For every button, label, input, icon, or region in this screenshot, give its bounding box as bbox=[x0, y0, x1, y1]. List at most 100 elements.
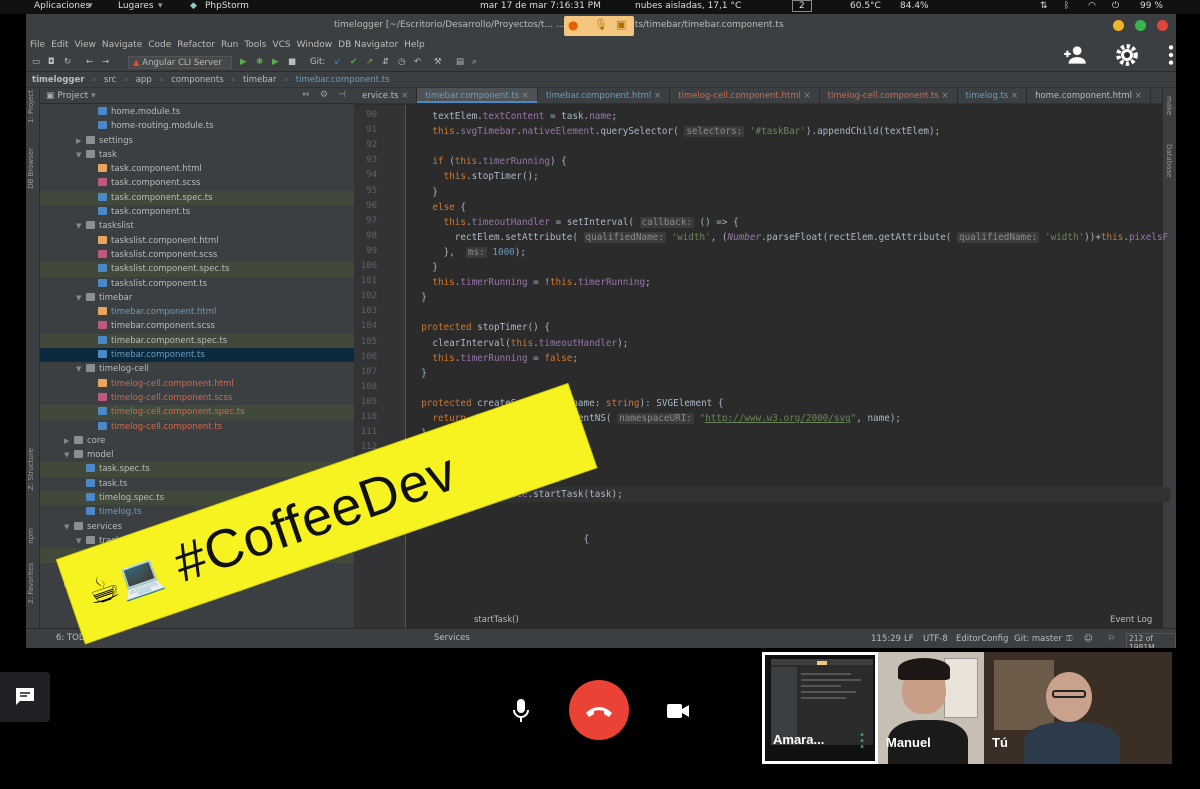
tree-item[interactable]: ▶ core bbox=[40, 434, 354, 448]
code-line[interactable]: this.svgTimebar.nativeElement.querySelec… bbox=[410, 124, 940, 139]
tree-item[interactable]: taskslist.component.scss bbox=[40, 248, 354, 262]
close-tab-icon[interactable]: × bbox=[398, 91, 408, 101]
code-line[interactable]: }, ms: 1000); bbox=[410, 245, 526, 260]
structure-tool-tab[interactable]: Z: Structure bbox=[27, 448, 35, 490]
expanded-arrow-icon[interactable]: ▼ bbox=[64, 448, 74, 462]
code-line[interactable]: } bbox=[410, 290, 427, 305]
lock-icon[interactable]: ⚿ bbox=[1066, 634, 1072, 644]
editor-tab[interactable]: home.component.html × bbox=[1027, 88, 1151, 103]
project-structure-icon[interactable]: ▤ bbox=[456, 57, 464, 67]
tree-item[interactable]: timebar.component.ts bbox=[40, 348, 354, 363]
power-icon[interactable]: ⏻ bbox=[1112, 1, 1119, 11]
tree-item[interactable]: timebar.component.html bbox=[40, 305, 354, 319]
more-options-icon[interactable] bbox=[1166, 42, 1176, 68]
clock[interactable]: mar 17 de mar 7:16:31 PM bbox=[480, 1, 601, 11]
firefox-icon[interactable]: ● bbox=[568, 18, 578, 32]
editor-tab[interactable]: timelog.ts × bbox=[958, 88, 1028, 103]
coverage-icon[interactable]: ▶ bbox=[272, 57, 279, 67]
close-tab-icon[interactable]: × bbox=[519, 91, 529, 101]
microphone-share-icon[interactable]: 🎙 bbox=[594, 18, 608, 31]
close-tab-icon[interactable]: × bbox=[1008, 91, 1018, 101]
code-line[interactable]: this.stopTimer(); bbox=[410, 169, 539, 184]
git-push-icon[interactable]: ↗ bbox=[366, 57, 373, 67]
git-compare-icon[interactable]: ⇵ bbox=[382, 57, 389, 67]
menu-item[interactable]: View bbox=[75, 40, 96, 50]
code-line[interactable]: rectElem.setAttribute( qualifiedName: 'w… bbox=[410, 230, 1168, 245]
code-line[interactable]: else { bbox=[410, 200, 466, 215]
back-icon[interactable]: ← bbox=[86, 57, 93, 67]
expanded-arrow-icon[interactable]: ▼ bbox=[64, 520, 74, 534]
git-commit-icon[interactable]: ✔ bbox=[350, 57, 357, 67]
add-person-icon[interactable] bbox=[1062, 42, 1088, 68]
close-tab-icon[interactable]: × bbox=[651, 91, 661, 101]
participant-tile[interactable]: Tú bbox=[984, 652, 1172, 764]
tree-item[interactable]: taskslist.component.spec.ts bbox=[40, 262, 354, 277]
collapsed-arrow-icon[interactable]: ▶ bbox=[76, 134, 86, 148]
tree-item[interactable]: timelog-cell.component.html bbox=[40, 377, 354, 391]
tree-item[interactable]: task.component.spec.ts bbox=[40, 190, 354, 206]
screen-share-controls[interactable]: ● 🎙 ▣ bbox=[564, 16, 634, 36]
tree-item[interactable]: ▼ task bbox=[40, 148, 354, 162]
forward-icon[interactable]: → bbox=[102, 57, 109, 67]
wifi-icon[interactable]: ◠ bbox=[1088, 1, 1096, 11]
editor-tab[interactable]: ervice.ts × bbox=[354, 88, 418, 103]
tree-item[interactable]: taskslist.component.html bbox=[40, 234, 354, 248]
settings-wrench-icon[interactable]: ⚒ bbox=[434, 57, 442, 67]
tree-item[interactable]: timelog-cell.component.spec.ts bbox=[40, 405, 354, 420]
favorites-tool-tab[interactable]: 2: Favorites bbox=[27, 563, 35, 604]
tree-item[interactable]: timelog-cell.component.scss bbox=[40, 391, 354, 405]
revert-icon[interactable]: ↶ bbox=[414, 57, 421, 67]
network-icon[interactable]: ⇅ bbox=[1040, 1, 1048, 11]
expanded-arrow-icon[interactable]: ▼ bbox=[76, 219, 86, 233]
tree-item[interactable]: ▼ timebar bbox=[40, 291, 354, 305]
tree-item[interactable]: task.component.ts bbox=[40, 205, 354, 219]
microphone-icon[interactable] bbox=[511, 698, 531, 724]
chat-button[interactable] bbox=[0, 672, 50, 722]
tree-item[interactable]: task.component.scss bbox=[40, 176, 354, 190]
tree-item[interactable]: ▶ settings bbox=[40, 134, 354, 148]
editor-tab[interactable]: timelog-cell.component.html × bbox=[670, 88, 820, 103]
breadcrumb-item[interactable]: components bbox=[171, 75, 224, 85]
gear-icon[interactable]: ⚙ bbox=[320, 90, 328, 100]
participant-tile[interactable]: Manuel bbox=[878, 652, 984, 764]
expanded-arrow-icon[interactable]: ▼ bbox=[76, 148, 86, 162]
current-app-menu[interactable]: PhpStorm bbox=[205, 1, 249, 11]
editor-tab[interactable]: timelog-cell.component.ts × bbox=[820, 88, 958, 103]
menu-item[interactable]: Navigate bbox=[102, 40, 142, 50]
hang-up-button[interactable] bbox=[569, 680, 629, 740]
code-area[interactable]: textElem.textContent = task.name; this.s… bbox=[410, 105, 1170, 628]
tree-item[interactable]: home.module.ts bbox=[40, 105, 354, 119]
menu-item[interactable]: Window bbox=[297, 40, 333, 50]
db-browser-tool-tab[interactable]: DB Browser bbox=[27, 148, 35, 189]
code-line[interactable]: this.timerRunning = !this.timerRunning; bbox=[410, 275, 650, 290]
code-line[interactable]: } bbox=[410, 366, 427, 381]
services-tool-tab[interactable]: Services bbox=[434, 633, 470, 643]
history-icon[interactable]: ◷ bbox=[398, 57, 405, 67]
collapsed-arrow-icon[interactable]: ▶ bbox=[64, 434, 74, 448]
participant-tile[interactable]: Amara... • • • bbox=[762, 652, 878, 764]
tree-item[interactable]: ▼ model bbox=[40, 448, 354, 462]
inspector-icon[interactable]: ☺ bbox=[1084, 634, 1093, 644]
menu-item[interactable]: Run bbox=[221, 40, 238, 50]
menu-item[interactable]: Code bbox=[148, 40, 171, 50]
close-window-button[interactable] bbox=[1157, 20, 1168, 31]
cursor-position[interactable]: 115:29 bbox=[871, 634, 901, 644]
code-line[interactable]: this.timeoutHandler = setInterval( callb… bbox=[410, 215, 739, 230]
chevron-down-icon[interactable]: ▾ bbox=[91, 91, 96, 101]
menu-item[interactable]: Tools bbox=[244, 40, 266, 50]
workspace-indicator[interactable]: 2 bbox=[792, 0, 812, 12]
npm-tool-tab[interactable]: npm bbox=[27, 528, 35, 544]
menu-item[interactable]: File bbox=[30, 40, 45, 50]
menu-item[interactable]: Refactor bbox=[177, 40, 215, 50]
open-folder-icon[interactable]: ▭ bbox=[32, 57, 40, 67]
tree-item[interactable]: task.component.html bbox=[40, 162, 354, 176]
applications-menu[interactable]: Aplicaciones bbox=[34, 1, 90, 11]
expanded-arrow-icon[interactable]: ▼ bbox=[76, 291, 86, 305]
code-line[interactable]: if (this.timerRunning) { bbox=[410, 154, 566, 169]
sync-icon[interactable]: ↻ bbox=[64, 57, 71, 67]
stop-icon[interactable]: ■ bbox=[288, 57, 296, 67]
file-encoding[interactable]: UTF-8 bbox=[923, 634, 948, 644]
tree-item[interactable]: timebar.component.scss bbox=[40, 319, 354, 333]
notifications-icon[interactable]: ⚐ bbox=[1108, 634, 1116, 644]
code-line[interactable]: textElem.textContent = task.name; bbox=[410, 109, 617, 124]
